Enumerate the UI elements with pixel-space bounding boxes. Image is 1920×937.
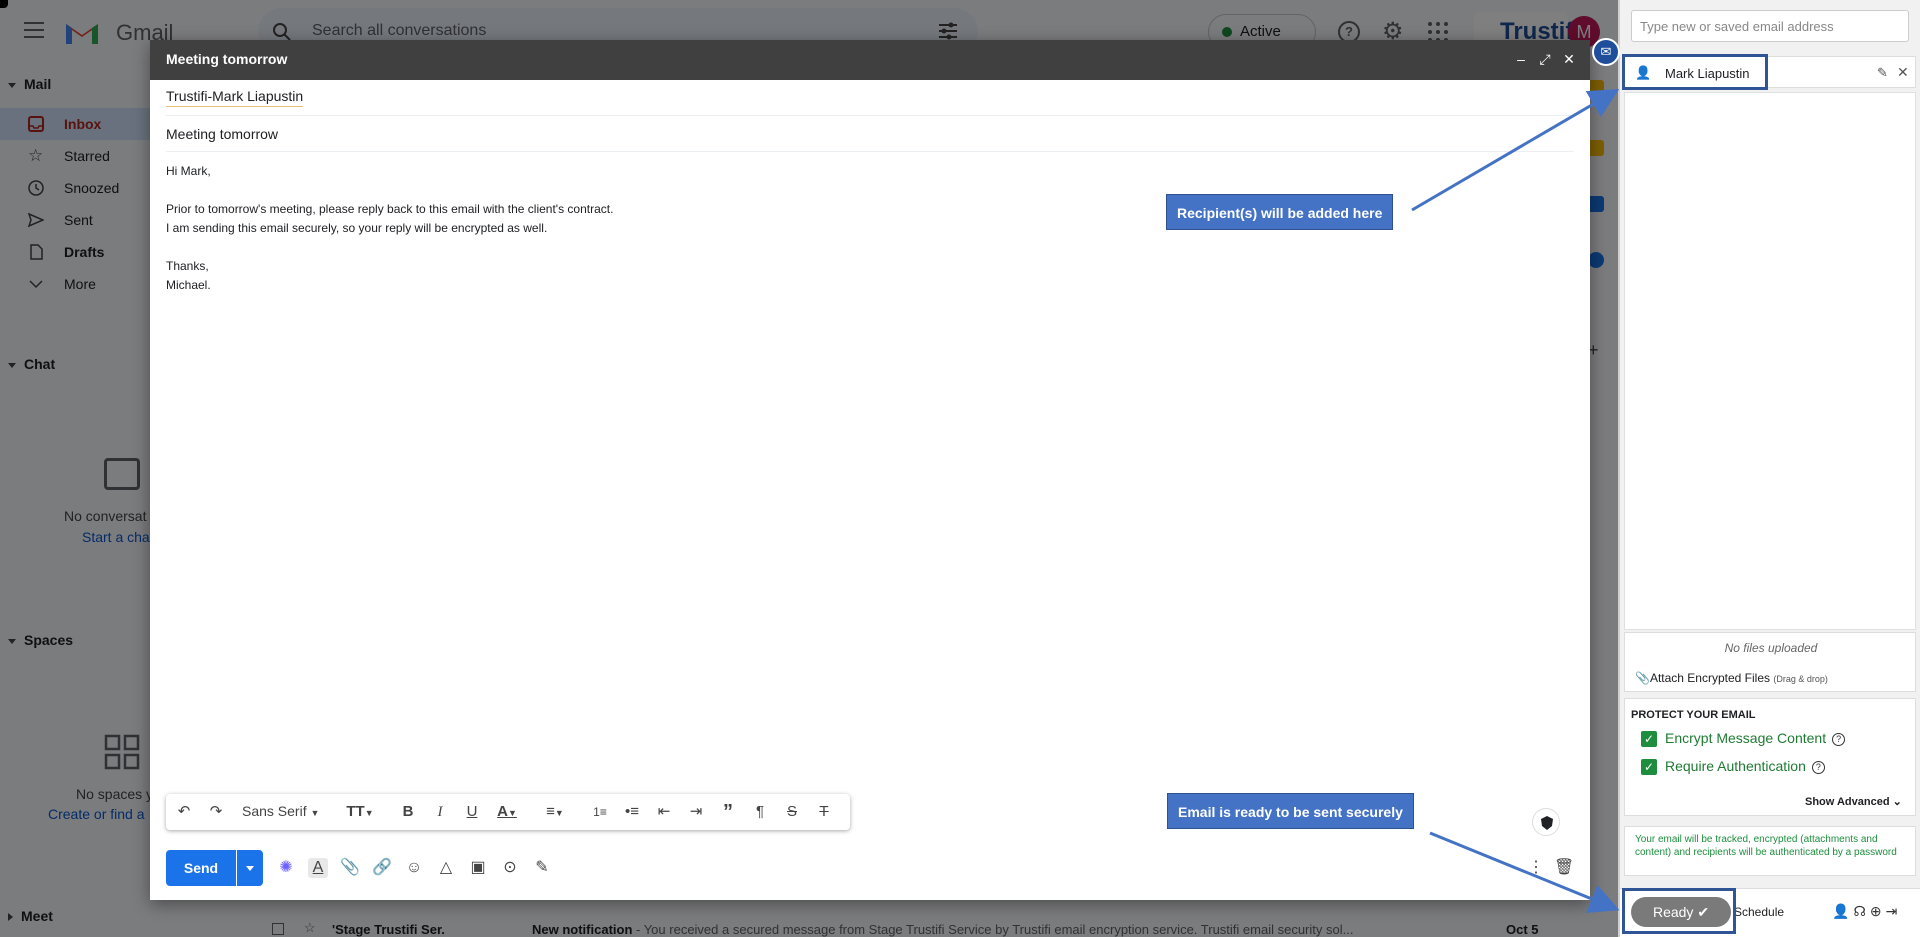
text-size-icon[interactable]: TT▼ [346,802,374,822]
quote-icon[interactable]: ” [718,802,738,822]
authentication-option[interactable]: Require Authentication? [1665,758,1825,774]
recipient-highlight [1622,54,1768,90]
globe-icon[interactable]: ⊕ [1870,903,1886,919]
formatting-toolbar: ↶ ↷ Sans Serif ▼ TT▼ B I U A▼ ≡▼ 1≡ •≡ ⇤… [166,794,850,830]
compose-header[interactable]: Meeting tomorrow – ⤢ ✕ [150,40,1590,80]
align-icon[interactable]: ≡▼ [540,802,570,822]
show-advanced-label: Show Advanced [1805,796,1890,808]
attach-hint: (Drag & drop) [1773,674,1828,684]
undo-icon[interactable]: ↶ [174,802,194,822]
minimize-icon[interactable]: – [1512,50,1530,68]
formatting-options-icon[interactable]: A [308,858,328,878]
help-icon[interactable]: ? [1811,760,1825,774]
redo-icon[interactable]: ↷ [206,802,226,822]
indent-more-icon[interactable]: ⇥ [686,802,706,822]
help-icon[interactable]: ? [1832,732,1846,746]
logout-icon[interactable]: ⇥ [1886,903,1902,919]
indent-less-icon[interactable]: ⇤ [654,802,674,822]
to-field[interactable]: Trustifi-Mark Liapustin [166,80,1574,116]
subject-input[interactable]: Meeting tomorrow [166,126,278,142]
recipient-chip[interactable]: Trustifi-Mark Liapustin [166,88,304,107]
message-body[interactable]: Hi Mark, Prior to tomorrow's meeting, pl… [166,162,613,295]
insert-photo-icon[interactable]: ▣ [468,858,488,878]
trustifi-shield-icon [1541,816,1553,830]
protect-section: PROTECT YOUR EMAIL ✓ Encrypt Message Con… [1624,698,1916,816]
text-color-icon[interactable]: A▼ [492,802,522,822]
ready-highlight [1622,888,1736,934]
bold-icon[interactable]: B [398,802,418,822]
strikethrough-icon[interactable]: S [782,802,802,822]
trustifi-panel: Type new or saved email address 👤 Mark L… [1618,0,1920,937]
underline-icon[interactable]: U [462,802,482,822]
encrypt-option[interactable]: Encrypt Message Content? [1665,730,1846,746]
ready-callout: Email is ready to be sent securely [1167,793,1414,829]
no-files-text: No files uploaded [1724,641,1818,655]
compose-window: Meeting tomorrow – ⤢ ✕ Trustifi-Mark Lia… [150,40,1590,900]
attach-encrypted-files[interactable]: 📎Attach Encrypted Files (Drag & drop) [1635,671,1828,685]
send-options-button[interactable] [237,850,263,886]
emoji-icon[interactable]: ☺ [404,858,424,878]
paperclip-icon: 📎 [1635,671,1650,685]
attach-file-icon[interactable]: 📎 [340,858,360,878]
discard-draft-icon[interactable]: 🗑 [1554,858,1574,878]
add-user-icon[interactable]: 👤 [1832,903,1853,919]
bulleted-list-icon[interactable]: •≡ [622,802,642,822]
corner-mark [0,0,8,8]
attach-label: Attach Encrypted Files [1649,671,1771,685]
authentication-label: Require Authentication [1665,758,1806,774]
font-label: Sans Serif [242,803,307,819]
show-advanced-toggle[interactable]: Show Advanced ⌄ [1805,795,1902,808]
protection-notice: Your email will be tracked, encrypted (a… [1624,826,1916,876]
dropdown-arrow-icon: ▼ [310,808,320,818]
signature-icon[interactable]: ✎ [532,858,552,878]
recipients-callout: Recipient(s) will be added here [1166,194,1394,230]
subject-field[interactable]: Meeting tomorrow [166,116,1574,152]
close-icon[interactable]: ✕ [1897,64,1909,81]
protect-title: PROTECT YOUR EMAIL [1631,709,1756,721]
italic-icon[interactable]: I [430,802,450,822]
files-box: No files uploaded 📎Attach Encrypted File… [1624,632,1916,692]
chevron-down-icon: ⌄ [1892,796,1902,808]
numbered-list-icon[interactable]: 1≡ [590,802,610,822]
confidential-mode-icon[interactable]: ⊙ [500,858,520,878]
recipient-list [1624,92,1916,630]
encrypt-label: Encrypt Message Content [1665,730,1827,746]
encrypt-checkbox[interactable]: ✓ [1641,731,1657,747]
trustifi-compose-badge[interactable] [1532,808,1560,836]
trustifi-floating-icon[interactable]: ✉ [1592,38,1620,66]
recipient-email-input[interactable]: Type new or saved email address [1631,10,1909,42]
drive-icon[interactable]: △ [436,858,456,878]
more-options-icon[interactable]: ⋮ [1526,858,1546,878]
font-selector[interactable]: Sans Serif ▼ [242,803,319,819]
compose-title: Meeting tomorrow [166,51,288,67]
pencil-icon[interactable]: ✎ [1877,65,1888,81]
close-icon[interactable]: ✕ [1560,50,1578,68]
clear-formatting-icon[interactable]: T [814,802,834,822]
schedule-button[interactable]: Schedule [1734,905,1784,919]
paragraph-direction-icon[interactable]: ¶ [750,802,770,822]
authentication-checkbox[interactable]: ✓ [1641,759,1657,775]
send-button[interactable]: Send [166,850,236,886]
expand-icon[interactable]: ⤢ [1536,50,1554,68]
support-icon[interactable]: ☊ [1853,903,1869,919]
trustifi-sparkle-icon[interactable]: ✺ [276,858,296,878]
footer-icons: 👤☊⊕⇥ [1832,903,1901,920]
insert-link-icon[interactable]: 🔗 [372,858,392,878]
